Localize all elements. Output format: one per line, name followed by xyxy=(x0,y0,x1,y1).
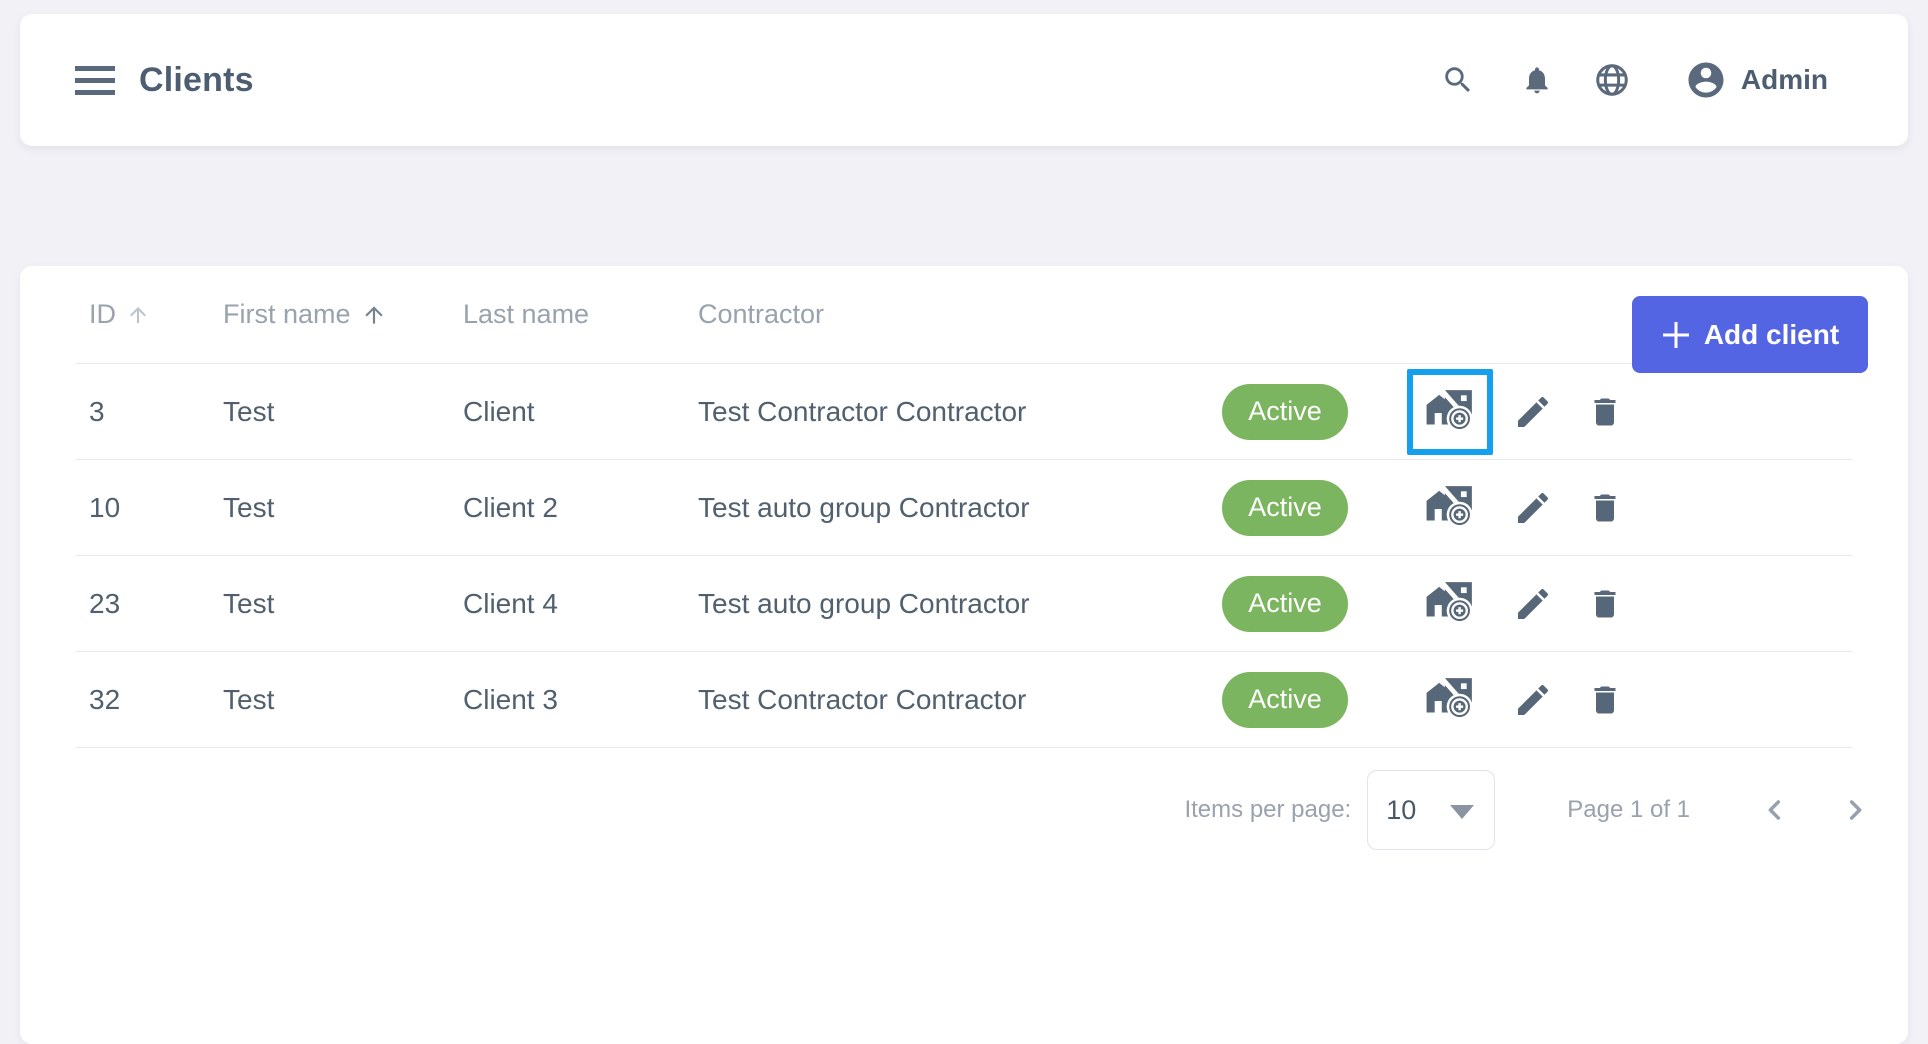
cell-contractor: Test Contractor Contractor xyxy=(698,684,1180,716)
column-label: ID xyxy=(89,299,116,330)
cell-first-name: Test xyxy=(223,396,463,428)
column-label: Last name xyxy=(463,299,589,330)
table-header-row: ID First name Last name Contractor xyxy=(75,266,1853,364)
cell-last-name: Client 4 xyxy=(463,588,698,620)
edit-pencil-icon[interactable] xyxy=(1511,584,1555,624)
edit-pencil-icon[interactable] xyxy=(1511,488,1555,528)
column-header-contractor: Contractor xyxy=(698,299,1180,330)
hamburger-menu-icon[interactable] xyxy=(75,66,115,95)
column-label: Contractor xyxy=(698,299,824,330)
cell-id: 10 xyxy=(75,492,223,524)
status-badge: Active xyxy=(1222,672,1348,728)
cell-contractor: Test auto group Contractor xyxy=(698,492,1180,524)
clients-card: Add client ID First name Last name Contr… xyxy=(20,266,1908,1044)
page-range-label: Page 1 of 1 xyxy=(1567,796,1690,824)
cell-contractor: Test auto group Contractor xyxy=(698,588,1180,620)
cell-id: 3 xyxy=(75,396,223,428)
caret-down-icon xyxy=(1450,805,1474,819)
table-row: 23 Test Client 4 Test auto group Contrac… xyxy=(75,556,1853,652)
column-label: First name xyxy=(223,299,351,330)
arrow-up-icon xyxy=(361,302,387,328)
user-avatar-icon[interactable] xyxy=(1685,59,1727,101)
chevron-left-icon[interactable] xyxy=(1752,787,1798,833)
clients-table: ID First name Last name Contractor 3 xyxy=(75,266,1853,748)
plus-icon xyxy=(1661,320,1691,350)
status-badge: Active xyxy=(1222,384,1348,440)
cell-contractor: Test Contractor Contractor xyxy=(698,396,1180,428)
trash-icon[interactable] xyxy=(1585,682,1625,718)
cell-first-name: Test xyxy=(223,492,463,524)
page-title: Clients xyxy=(139,61,254,100)
paginator: Items per page: 10 Page 1 of 1 xyxy=(20,770,1878,850)
status-badge: Active xyxy=(1222,480,1348,536)
add-home-icon[interactable] xyxy=(1407,465,1493,551)
add-home-icon[interactable] xyxy=(1407,657,1493,743)
trash-icon[interactable] xyxy=(1585,586,1625,622)
add-home-icon[interactable] xyxy=(1407,369,1493,455)
cell-last-name: Client 2 xyxy=(463,492,698,524)
header-actions: Admin xyxy=(1441,59,1828,101)
add-home-icon[interactable] xyxy=(1407,561,1493,647)
cell-id: 23 xyxy=(75,588,223,620)
add-client-label: Add client xyxy=(1704,319,1839,351)
user-name-label: Admin xyxy=(1741,64,1828,96)
column-header-first-name[interactable]: First name xyxy=(223,299,463,330)
arrow-up-icon xyxy=(126,303,150,327)
globe-icon[interactable] xyxy=(1593,61,1631,99)
cell-id: 32 xyxy=(75,684,223,716)
column-header-last-name: Last name xyxy=(463,299,698,330)
table-row: 3 Test Client Test Contractor Contractor… xyxy=(75,364,1853,460)
search-icon[interactable] xyxy=(1441,63,1475,97)
items-per-page-label: Items per page: xyxy=(1184,796,1351,824)
cell-first-name: Test xyxy=(223,684,463,716)
edit-pencil-icon[interactable] xyxy=(1511,680,1555,720)
header-bar: Clients Admin xyxy=(20,14,1908,146)
column-header-id[interactable]: ID xyxy=(75,299,223,330)
trash-icon[interactable] xyxy=(1585,394,1625,430)
items-per-page-select[interactable]: 10 xyxy=(1367,770,1495,850)
items-per-page-value: 10 xyxy=(1386,795,1416,826)
cell-last-name: Client 3 xyxy=(463,684,698,716)
cell-first-name: Test xyxy=(223,588,463,620)
bell-icon[interactable] xyxy=(1521,64,1553,96)
table-row: 10 Test Client 2 Test auto group Contrac… xyxy=(75,460,1853,556)
status-badge: Active xyxy=(1222,576,1348,632)
chevron-right-icon[interactable] xyxy=(1832,787,1878,833)
cell-last-name: Client xyxy=(463,396,698,428)
add-client-button[interactable]: Add client xyxy=(1632,296,1868,373)
table-row: 32 Test Client 3 Test Contractor Contrac… xyxy=(75,652,1853,748)
trash-icon[interactable] xyxy=(1585,490,1625,526)
table-body: 3 Test Client Test Contractor Contractor… xyxy=(75,364,1853,748)
edit-pencil-icon[interactable] xyxy=(1511,392,1555,432)
